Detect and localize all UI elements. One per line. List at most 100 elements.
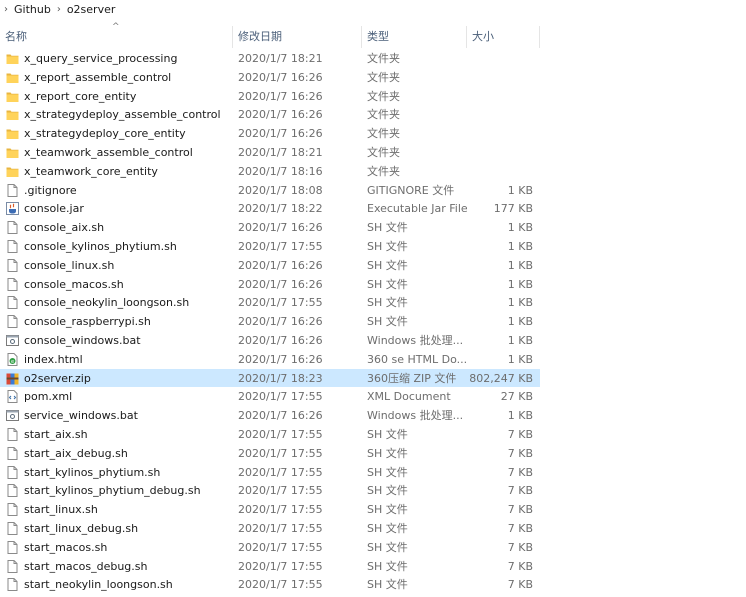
file-modified-date: 2020/1/7 17:55: [238, 503, 323, 517]
file-modified-date: 2020/1/7 17:55: [238, 578, 323, 592]
file-icon: [6, 277, 19, 291]
file-row[interactable]: console_neokylin_loongson.sh 2020/1/7 17:…: [0, 293, 540, 312]
folder-icon: [6, 90, 19, 103]
file-type: 文件夹: [367, 164, 400, 178]
file-type: 360压缩 ZIP 文件: [367, 371, 457, 385]
file-type: SH 文件: [367, 296, 408, 310]
file-row[interactable]: x_teamwork_assemble_control 2020/1/7 18:2…: [0, 143, 540, 162]
file-type: 文件夹: [367, 89, 400, 103]
file-icon: [6, 446, 19, 460]
file-row[interactable]: console_linux.sh 2020/1/7 16:26 SH 文件 1 KB: [0, 256, 540, 275]
file-row[interactable]: x_query_service_processing 2020/1/7 18:21…: [0, 49, 540, 68]
file-row[interactable]: start_linux.sh 2020/1/7 17:55 SH 文件 7 KB: [0, 500, 540, 519]
file-row[interactable]: x_report_assemble_control 2020/1/7 16:26 文…: [0, 68, 540, 87]
file-modified-date: 2020/1/7 16:26: [238, 352, 323, 366]
file-row[interactable]: x_strategydeploy_assemble_control 2020/1/…: [0, 105, 540, 124]
file-row[interactable]: console_windows.bat 2020/1/7 16:26 Windows…: [0, 331, 540, 350]
file-icon: [6, 221, 19, 235]
column-header-type[interactable]: 类型: [362, 26, 467, 48]
file-modified-date: 2020/1/7 17:55: [238, 484, 323, 498]
file-modified-date: 2020/1/7 17:55: [238, 540, 323, 554]
file-modified-date: 2020/1/7 18:21: [238, 145, 323, 159]
file-row[interactable]: start_aix_debug.sh 2020/1/7 17:55 SH 文件 7 K…: [0, 444, 540, 463]
file-type: SH 文件: [367, 578, 408, 592]
file-row[interactable]: console.jar 2020/1/7 18:22 Executable Jar …: [0, 199, 540, 218]
column-header-name[interactable]: ^ 名称: [0, 23, 233, 48]
file-modified-date: 2020/1/7 18:23: [238, 371, 323, 385]
file-size: 1 KB: [507, 183, 533, 197]
file-row[interactable]: .gitignore 2020/1/7 18:08 GITIGNORE 文件 1 KB: [0, 181, 540, 200]
file-row[interactable]: start_linux_debug.sh 2020/1/7 17:55 SH 文件 7…: [0, 519, 540, 538]
file-type: SH 文件: [367, 427, 408, 441]
file-row[interactable]: console_aix.sh 2020/1/7 16:26 SH 文件 1 KB: [0, 218, 540, 237]
breadcrumb-item-o2server[interactable]: o2server: [67, 3, 116, 16]
file-name: start_linux.sh: [24, 503, 98, 517]
file-row[interactable]: start_neokylin_loongson.sh 2020/1/7 17:55…: [0, 575, 540, 594]
breadcrumb-item-github[interactable]: Github: [14, 3, 51, 16]
file-name: console_kylinos_phytium.sh: [24, 239, 177, 253]
file-name: start_macos_debug.sh: [24, 559, 148, 573]
column-header-modified[interactable]: 修改日期: [233, 26, 362, 48]
file-row[interactable]: start_macos_debug.sh 2020/1/7 17:55 SH 文件 7…: [0, 557, 540, 576]
file-size: 1 KB: [507, 315, 533, 329]
file-size: 177 KB: [493, 202, 533, 216]
file-name: console_aix.sh: [24, 221, 105, 235]
folder-icon: [6, 108, 19, 121]
file-row[interactable]: x_teamwork_core_entity 2020/1/7 18:16 文件夹: [0, 162, 540, 181]
file-modified-date: 2020/1/7 18:21: [238, 52, 323, 65]
svg-text:e: e: [11, 359, 14, 365]
file-row[interactable]: pom.xml 2020/1/7 17:55 XML Document 27 KB: [0, 387, 540, 406]
column-header-size[interactable]: 大小: [467, 26, 540, 48]
file-row[interactable]: console_raspberrypi.sh 2020/1/7 16:26 SH 文…: [0, 312, 540, 331]
file-modified-date: 2020/1/7 17:55: [238, 559, 323, 573]
file-modified-date: 2020/1/7 17:55: [238, 465, 323, 479]
file-type: Windows 批处理...: [367, 409, 464, 423]
file-row[interactable]: start_kylinos_phytium.sh 2020/1/7 17:55 SH…: [0, 463, 540, 482]
file-name: x_report_core_entity: [24, 89, 137, 103]
file-size: 1 KB: [507, 258, 533, 272]
file-size: 7 KB: [507, 578, 533, 592]
file-row[interactable]: console_kylinos_phytium.sh 2020/1/7 17:55…: [0, 237, 540, 256]
file-size: 1 KB: [507, 277, 533, 291]
file-type: SH 文件: [367, 521, 408, 535]
file-list: x_query_service_processing 2020/1/7 18:21…: [0, 49, 746, 594]
file-modified-date: 2020/1/7 16:26: [238, 409, 323, 423]
file-name: start_aix_debug.sh: [24, 446, 128, 460]
file-type: SH 文件: [367, 465, 408, 479]
file-row[interactable]: x_report_core_entity 2020/1/7 16:26 文件夹: [0, 87, 540, 106]
file-row[interactable]: x_strategydeploy_core_entity 2020/1/7 16:…: [0, 124, 540, 143]
jar-icon: [6, 202, 19, 216]
file-icon: [6, 465, 19, 479]
file-type: 文件夹: [367, 70, 400, 84]
file-icon: [6, 484, 19, 498]
file-row[interactable]: start_kylinos_phytium_debug.sh 2020/1/7 1…: [0, 481, 540, 500]
file-type: 文件夹: [367, 145, 400, 159]
file-row[interactable]: e index.html 2020/1/7 16:26 360 se HTML Do.…: [0, 350, 540, 369]
file-type: 文件夹: [367, 108, 400, 122]
file-size: [467, 124, 533, 143]
file-name: pom.xml: [24, 390, 73, 404]
file-row[interactable]: o2server.zip 2020/1/7 18:23 360压缩 ZIP 文件 80…: [0, 368, 540, 388]
file-type: 文件夹: [367, 127, 400, 141]
file-name: x_strategydeploy_assemble_control: [24, 108, 221, 122]
file-size: 1 KB: [507, 333, 533, 347]
file-modified-date: 2020/1/7 16:26: [238, 70, 323, 84]
file-size: 7 KB: [507, 559, 533, 573]
file-modified-date: 2020/1/7 17:55: [238, 296, 323, 310]
file-row[interactable]: start_aix.sh 2020/1/7 17:55 SH 文件 7 KB: [0, 425, 540, 444]
file-name: start_kylinos_phytium.sh: [24, 465, 161, 479]
file-name: x_teamwork_core_entity: [24, 164, 158, 178]
file-size: [467, 68, 533, 87]
file-name: .gitignore: [24, 183, 77, 197]
file-row[interactable]: console_macos.sh 2020/1/7 16:26 SH 文件 1 KB: [0, 275, 540, 294]
file-row[interactable]: start_macos.sh 2020/1/7 17:55 SH 文件 7 KB: [0, 538, 540, 557]
column-header-modified-label: 修改日期: [238, 30, 282, 43]
file-size: [467, 49, 533, 68]
file-size: [467, 87, 533, 106]
file-name: console_linux.sh: [24, 258, 115, 272]
file-icon: [6, 427, 19, 441]
file-row[interactable]: service_windows.bat 2020/1/7 16:26 Windows…: [0, 406, 540, 425]
file-modified-date: 2020/1/7 18:22: [238, 202, 323, 216]
file-icon: [6, 296, 19, 310]
file-name: console_windows.bat: [24, 333, 141, 347]
